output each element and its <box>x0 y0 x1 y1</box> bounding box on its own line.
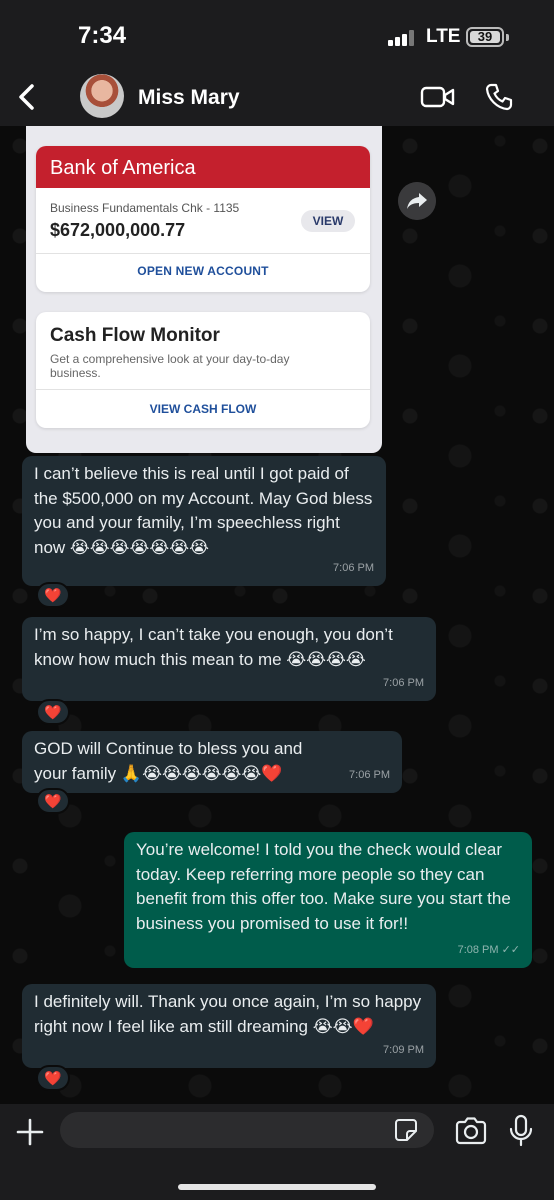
message-text: GOD will Continue to bless you and your … <box>34 739 303 783</box>
message-time-wrapper: 7:08 PM ✓✓ <box>458 938 520 963</box>
view-cash-flow-link: VIEW CASH FLOW <box>149 402 257 416</box>
plus-icon[interactable] <box>14 1116 46 1148</box>
network-label: LTE <box>426 26 461 47</box>
back-icon[interactable] <box>14 82 40 112</box>
message-text: I’m so happy, I can’t take you enough, y… <box>34 625 393 669</box>
chat-header: Miss Mary <box>0 70 554 126</box>
message-time: 7:06 PM <box>349 768 390 781</box>
message-time: 7:08 PM <box>457 943 499 956</box>
sticker-icon[interactable] <box>394 1118 418 1142</box>
view-button: VIEW <box>301 210 355 232</box>
open-new-account-link: OPEN NEW ACCOUNT <box>137 264 269 278</box>
message-bubble[interactable]: GOD will Continue to bless you and your … <box>22 731 402 793</box>
forward-icon[interactable] <box>398 182 436 220</box>
shared-image[interactable]: Bank of America Business Fundamentals Ch… <box>26 126 382 453</box>
battery-icon: 39 <box>466 27 504 47</box>
signal-icon <box>388 30 418 46</box>
message-bubble[interactable]: I’m so happy, I can’t take you enough, y… <box>22 617 436 701</box>
camera-icon[interactable] <box>454 1116 488 1146</box>
cash-flow-description: Get a comprehensive look at your day-to-… <box>50 352 290 380</box>
cash-flow-title: Cash Flow Monitor <box>50 325 220 346</box>
heart-reaction-icon[interactable]: ❤️ <box>36 582 70 608</box>
avatar[interactable] <box>80 74 124 118</box>
message-bubble[interactable]: I can’t believe this is real until I got… <box>22 456 386 586</box>
message-time: 7:06 PM <box>333 561 374 574</box>
home-indicator[interactable] <box>178 1184 376 1190</box>
cash-flow-card: Cash Flow Monitor Get a comprehensive lo… <box>36 312 370 428</box>
message-time: 7:09 PM <box>383 1043 424 1056</box>
message-bubble[interactable]: I definitely will. Thank you once again,… <box>22 984 436 1068</box>
message-text: You’re welcome! I told you the check wou… <box>136 840 511 933</box>
video-call-icon[interactable] <box>420 84 456 110</box>
message-text: I definitely will. Thank you once again,… <box>34 992 422 1036</box>
heart-reaction-icon[interactable]: ❤️ <box>36 788 70 814</box>
bank-account-card: Bank of America Business Fundamentals Ch… <box>36 146 370 292</box>
bank-name: Bank of America <box>36 146 370 188</box>
microphone-icon[interactable] <box>508 1114 534 1148</box>
message-time: 7:06 PM <box>383 676 424 689</box>
account-name: Business Fundamentals Chk - 1135 <box>50 201 240 215</box>
read-receipt-icon: ✓✓ <box>501 943 520 956</box>
message-text: I can’t believe this is real until I got… <box>34 464 373 557</box>
status-time: 7:34 <box>78 22 127 49</box>
heart-reaction-icon[interactable]: ❤️ <box>36 699 70 725</box>
divider <box>36 253 370 254</box>
heart-reaction-icon[interactable]: ❤️ <box>36 1065 70 1091</box>
account-balance: $672,000,000.77 <box>50 220 186 240</box>
status-bar: 7:34 LTE 39 <box>0 0 554 70</box>
contact-name[interactable]: Miss Mary <box>138 86 240 110</box>
battery-tip <box>506 34 509 41</box>
divider <box>36 389 370 390</box>
phone-call-icon[interactable] <box>484 82 514 112</box>
message-input[interactable] <box>60 1112 434 1148</box>
input-bar <box>0 1104 554 1200</box>
battery-level: 39 <box>470 30 500 43</box>
message-bubble[interactable]: You’re welcome! I told you the check wou… <box>124 832 532 968</box>
